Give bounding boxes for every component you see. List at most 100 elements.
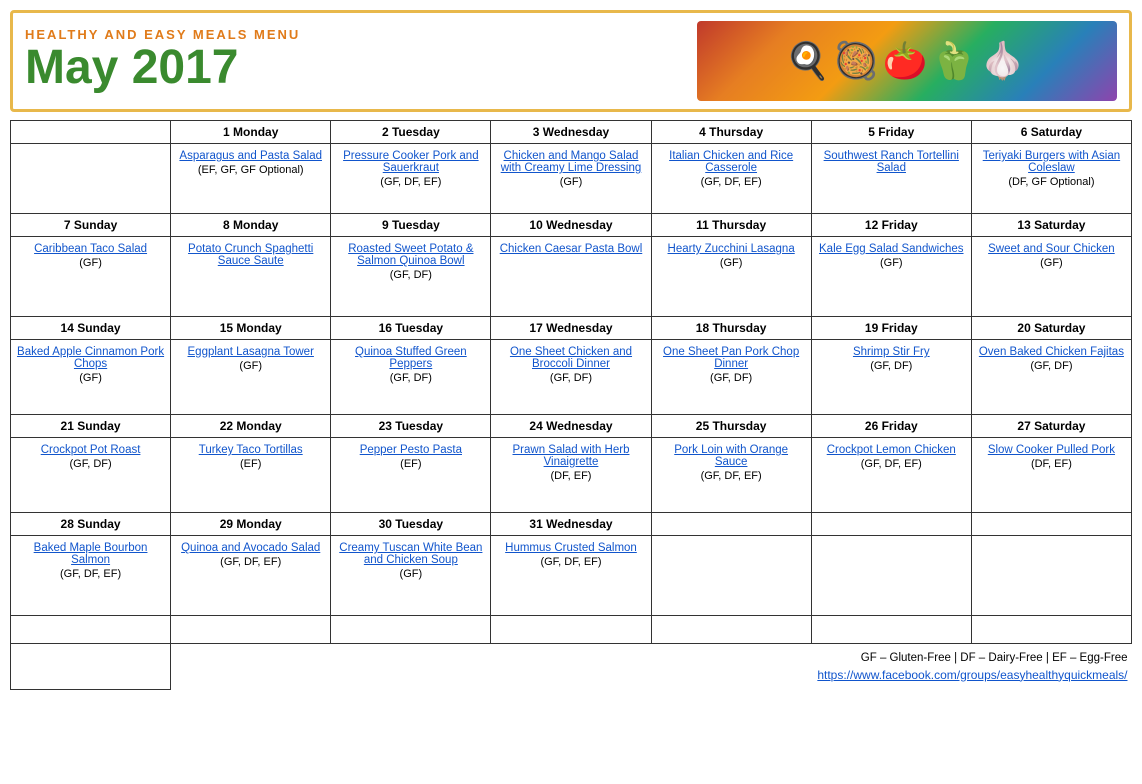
meal-link-w3-tue[interactable]: Quinoa Stuffed Green Peppers (336, 346, 485, 370)
meal-tag-w3-mon: (GF) (239, 360, 262, 372)
blank-cell-6 (811, 616, 971, 644)
day-header-sat3: 20 Saturday (971, 317, 1131, 340)
day-header-mon5: 29 Monday (171, 513, 331, 536)
day-header-mon1: 1 Monday (171, 121, 331, 144)
meal-link-w5-tue[interactable]: Creamy Tuscan White Bean and Chicken Sou… (336, 542, 485, 566)
meal-link-w1-mon[interactable]: Asparagus and Pasta Salad (176, 150, 325, 162)
meal-link-w4-tue[interactable]: Pepper Pesto Pasta (336, 444, 485, 456)
meal-tag-w2-fri: (GF) (880, 257, 903, 269)
meal-tag-w3-tue: (GF, DF) (390, 372, 432, 384)
meal-link-w4-thu[interactable]: Pork Loin with Orange Sauce (657, 444, 806, 468)
meal-link-w5-sun[interactable]: Baked Maple Bourbon Salmon (16, 542, 165, 566)
day-header-tue5: 30 Tuesday (331, 513, 491, 536)
meal-link-w3-wed[interactable]: One Sheet Chicken and Broccoli Dinner (496, 346, 645, 370)
day-header-wed1: 3 Wednesday (491, 121, 651, 144)
day-header-wed5: 31 Wednesday (491, 513, 651, 536)
week3-sun-meal: Baked Apple Cinnamon Pork Chops (GF) (11, 340, 171, 415)
week1-meals-row: Asparagus and Pasta Salad (EF, GF, GF Op… (11, 144, 1132, 214)
blank-cell-7 (971, 616, 1131, 644)
week2-header-row: 7 Sunday 8 Monday 9 Tuesday 10 Wednesday… (11, 214, 1132, 237)
week5-fri-empty (811, 536, 971, 616)
blank-cell-3 (331, 616, 491, 644)
week5-tue-meal: Creamy Tuscan White Bean and Chicken Sou… (331, 536, 491, 616)
meal-link-w4-mon[interactable]: Turkey Taco Tortillas (176, 444, 325, 456)
meal-tag-w4-tue: (EF) (400, 458, 421, 470)
day-header-sun3: 14 Sunday (11, 317, 171, 340)
meal-link-w1-wed[interactable]: Chicken and Mango Salad with Creamy Lime… (496, 150, 645, 174)
meal-link-w4-fri[interactable]: Crockpot Lemon Chicken (817, 444, 966, 456)
week5-wed-meal: Hummus Crusted Salmon (GF, DF, EF) (491, 536, 651, 616)
meal-tag-w5-mon: (GF, DF, EF) (220, 556, 281, 568)
meal-link-w1-sat[interactable]: Teriyaki Burgers with Asian Coleslaw (977, 150, 1126, 174)
header-text: Healthy and Easy Meals Menu May 2017 (25, 27, 300, 95)
meal-tag-w1-thu: (GF, DF, EF) (701, 176, 762, 188)
meal-link-w1-tue[interactable]: Pressure Cooker Pork and Sauerkraut (336, 150, 485, 174)
week1-wed-meal: Chicken and Mango Salad with Creamy Lime… (491, 144, 651, 214)
day-header-sun2: 7 Sunday (11, 214, 171, 237)
week3-meals-row: Baked Apple Cinnamon Pork Chops (GF) Egg… (11, 340, 1132, 415)
day-header-tue4: 23 Tuesday (331, 415, 491, 438)
meal-tag-w5-wed: (GF, DF, EF) (540, 556, 601, 568)
week4-sun-meal: Crockpot Pot Roast (GF, DF) (11, 438, 171, 513)
meal-link-w3-sun[interactable]: Baked Apple Cinnamon Pork Chops (16, 346, 165, 370)
week2-sun-meal: Caribbean Taco Salad (GF) (11, 237, 171, 317)
meal-link-w2-sat[interactable]: Sweet and Sour Chicken (977, 243, 1126, 255)
week1-thu-meal: Italian Chicken and Rice Casserole (GF, … (651, 144, 811, 214)
week1-tue-meal: Pressure Cooker Pork and Sauerkraut (GF,… (331, 144, 491, 214)
meal-tag-w2-thu: (GF) (720, 257, 743, 269)
week1-header-row: 1 Monday 2 Tuesday 3 Wednesday 4 Thursda… (11, 121, 1132, 144)
footer-empty-3 (331, 644, 491, 690)
day-header-wed2: 10 Wednesday (491, 214, 651, 237)
week3-mon-meal: Eggplant Lasagna Tower (GF) (171, 340, 331, 415)
day-header-fri4: 26 Friday (811, 415, 971, 438)
blank-row (11, 616, 1132, 644)
day-header-tue2: 9 Tuesday (331, 214, 491, 237)
meal-link-w2-fri[interactable]: Kale Egg Salad Sandwiches (817, 243, 966, 255)
blank-cell-1 (11, 616, 171, 644)
day-header-tue3: 16 Tuesday (331, 317, 491, 340)
week4-header-row: 21 Sunday 22 Monday 23 Tuesday 24 Wednes… (11, 415, 1132, 438)
meal-tag-w4-wed: (DF, EF) (551, 470, 592, 482)
meal-link-w5-wed[interactable]: Hummus Crusted Salmon (496, 542, 645, 554)
meal-link-w2-sun[interactable]: Caribbean Taco Salad (16, 243, 165, 255)
meal-tag-w3-wed: (GF, DF) (550, 372, 592, 384)
meal-link-w3-thu[interactable]: One Sheet Pan Pork Chop Dinner (657, 346, 806, 370)
meal-tag-w4-thu: (GF, DF, EF) (701, 470, 762, 482)
week2-meals-row: Caribbean Taco Salad (GF) Potato Crunch … (11, 237, 1132, 317)
week5-sat-empty (971, 536, 1131, 616)
blank-cell-5 (651, 616, 811, 644)
meal-link-w1-thu[interactable]: Italian Chicken and Rice Casserole (657, 150, 806, 174)
week3-wed-meal: One Sheet Chicken and Broccoli Dinner (G… (491, 340, 651, 415)
meal-tag-w2-sat: (GF) (1040, 257, 1063, 269)
meal-tag-w2-tue: (GF, DF) (390, 269, 432, 281)
week4-mon-meal: Turkey Taco Tortillas (EF) (171, 438, 331, 513)
week3-thu-meal: One Sheet Pan Pork Chop Dinner (GF, DF) (651, 340, 811, 415)
meal-link-w4-sat[interactable]: Slow Cooker Pulled Pork (977, 444, 1126, 456)
meal-link-w2-mon[interactable]: Potato Crunch Spaghetti Sauce Saute (176, 243, 325, 267)
footer-row: GF – Gluten-Free | DF – Dairy-Free | EF … (11, 644, 1132, 690)
meal-link-w2-tue[interactable]: Roasted Sweet Potato & Salmon Quinoa Bow… (336, 243, 485, 267)
week3-tue-meal: Quinoa Stuffed Green Peppers (GF, DF) (331, 340, 491, 415)
week5-mon-meal: Quinoa and Avocado Salad (GF, DF, EF) (171, 536, 331, 616)
day-header-tue1: 2 Tuesday (331, 121, 491, 144)
meal-link-w4-wed[interactable]: Prawn Salad with Herb Vinaigrette (496, 444, 645, 468)
header-title: May 2017 (25, 42, 300, 95)
meal-link-w3-sat[interactable]: Oven Baked Chicken Fajitas (977, 346, 1126, 358)
meal-link-w1-fri[interactable]: Southwest Ranch Tortellini Salad (817, 150, 966, 174)
week2-sat-meal: Sweet and Sour Chicken (GF) (971, 237, 1131, 317)
meal-link-w2-wed[interactable]: Chicken Caesar Pasta Bowl (496, 243, 645, 255)
week4-meals-row: Crockpot Pot Roast (GF, DF) Turkey Taco … (11, 438, 1132, 513)
day-header-thu3: 18 Thursday (651, 317, 811, 340)
week1-sat-meal: Teriyaki Burgers with Asian Coleslaw (DF… (971, 144, 1131, 214)
meal-link-w5-mon[interactable]: Quinoa and Avocado Salad (176, 542, 325, 554)
week3-header-row: 14 Sunday 15 Monday 16 Tuesday 17 Wednes… (11, 317, 1132, 340)
meal-link-w2-thu[interactable]: Hearty Zucchini Lasagna (657, 243, 806, 255)
day-header-sun4: 21 Sunday (11, 415, 171, 438)
meal-link-w3-fri[interactable]: Shrimp Stir Fry (817, 346, 966, 358)
fb-link-wrapper: https://www.facebook.com/groups/easyheal… (496, 668, 1128, 682)
meal-link-w3-mon[interactable]: Eggplant Lasagna Tower (176, 346, 325, 358)
facebook-link[interactable]: https://www.facebook.com/groups/easyheal… (817, 668, 1127, 682)
food-emoji-decoration: 🍳🥘🍅🫑🧄 (785, 40, 1029, 82)
meal-link-w4-sun[interactable]: Crockpot Pot Roast (16, 444, 165, 456)
day-header-thu1: 4 Thursday (651, 121, 811, 144)
